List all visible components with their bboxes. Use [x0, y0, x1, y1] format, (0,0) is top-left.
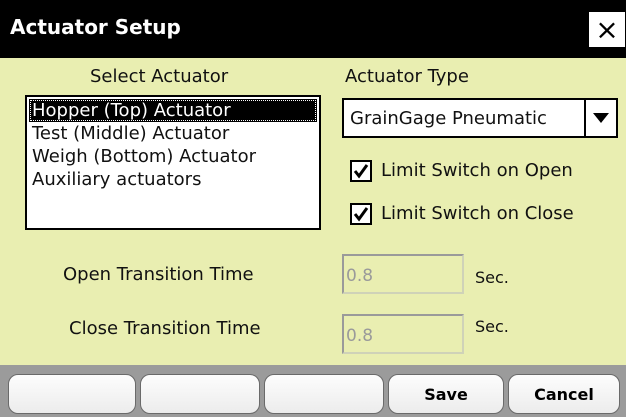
actuator-type-value: GrainGage Pneumatic — [350, 108, 547, 129]
checkmark-icon — [353, 164, 369, 179]
limit-switch-open-row[interactable]: Limit Switch on Open — [350, 158, 573, 184]
list-item-hopper-actuator[interactable]: Hopper (Top) Actuator — [29, 99, 317, 122]
chevron-down-icon — [593, 113, 609, 123]
close-transition-time-field[interactable]: 0.8 — [342, 314, 464, 354]
dropdown-arrow-button[interactable] — [584, 100, 616, 136]
actuator-type-label: Actuator Type — [345, 66, 469, 87]
open-transition-time-field[interactable]: 0.8 — [342, 254, 464, 294]
save-button[interactable]: Save — [388, 374, 504, 414]
limit-switch-close-label: Limit Switch on Close — [381, 203, 574, 224]
list-item-auxiliary-actuators[interactable]: Auxiliary actuators — [29, 168, 317, 191]
title-bar: Actuator Setup × — [0, 0, 626, 58]
limit-switch-close-checkbox[interactable] — [350, 203, 372, 225]
close-button[interactable]: × — [588, 11, 626, 48]
list-item-weigh-actuator[interactable]: Weigh (Bottom) Actuator — [29, 145, 317, 168]
close-transition-time-label: Close Transition Time — [69, 318, 261, 339]
checkmark-icon — [353, 207, 369, 222]
close-transition-unit: Sec. — [475, 317, 509, 336]
toolbar-button-1[interactable] — [8, 374, 136, 414]
open-transition-time-label: Open Transition Time — [63, 264, 254, 285]
select-actuator-label: Select Actuator — [90, 66, 229, 87]
limit-switch-close-row[interactable]: Limit Switch on Close — [350, 201, 574, 227]
toolbar-button-3[interactable] — [264, 374, 384, 414]
actuator-setup-dialog: Actuator Setup × Select Actuator Hopper … — [0, 0, 626, 417]
limit-switch-open-checkbox[interactable] — [350, 160, 372, 182]
bottom-toolbar: Save Cancel — [0, 365, 626, 417]
cancel-button[interactable]: Cancel — [508, 374, 620, 414]
open-transition-unit: Sec. — [475, 268, 509, 287]
actuator-type-dropdown[interactable]: GrainGage Pneumatic — [342, 98, 618, 138]
close-icon: × — [595, 12, 619, 46]
toolbar-button-2[interactable] — [140, 374, 260, 414]
window-title: Actuator Setup — [10, 15, 181, 39]
limit-switch-open-label: Limit Switch on Open — [381, 160, 573, 181]
actuator-listbox[interactable]: Hopper (Top) Actuator Test (Middle) Actu… — [25, 95, 321, 230]
list-item-test-actuator[interactable]: Test (Middle) Actuator — [29, 122, 317, 145]
